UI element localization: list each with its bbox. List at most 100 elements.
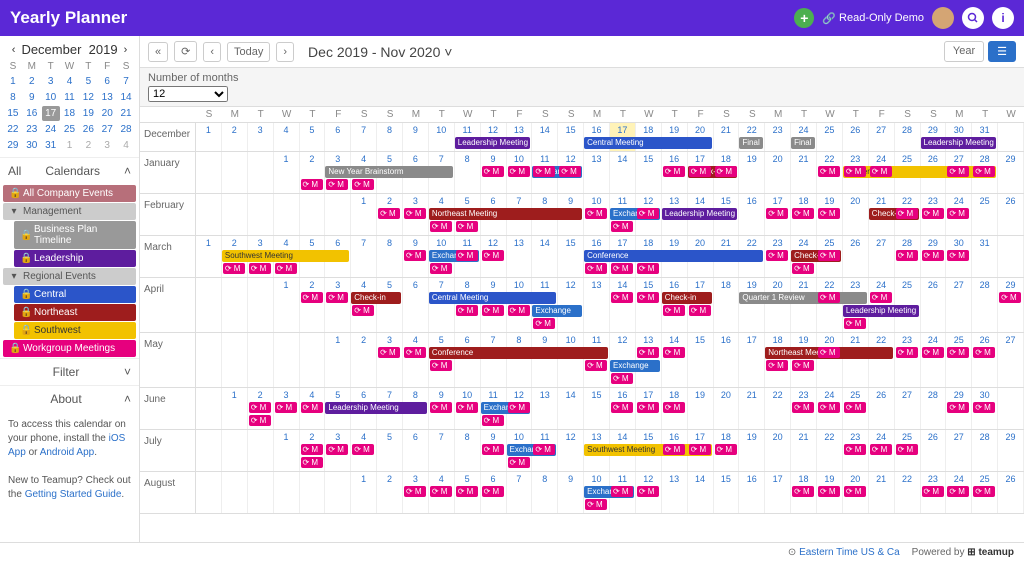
- mini-day[interactable]: 4: [61, 74, 79, 89]
- event-chip[interactable]: ⟳ M: [404, 486, 426, 497]
- event-bar[interactable]: Central Meeting: [584, 137, 711, 149]
- day-cell[interactable]: 10: [429, 123, 455, 151]
- today-button[interactable]: Today: [227, 42, 270, 62]
- day-cell[interactable]: 22: [895, 472, 921, 513]
- day-cell[interactable]: 20: [714, 388, 740, 429]
- reload-button[interactable]: ⟳: [174, 41, 197, 62]
- day-cell[interactable]: 27: [998, 333, 1024, 387]
- event-chip[interactable]: ⟳ M: [922, 347, 944, 358]
- day-cell[interactable]: 7: [351, 236, 377, 277]
- event-chip[interactable]: ⟳ M: [870, 292, 892, 303]
- user-avatar[interactable]: [932, 7, 954, 29]
- event-chip[interactable]: ⟳ M: [922, 208, 944, 219]
- event-bar[interactable]: Leadership Meeting: [843, 305, 919, 317]
- day-cell[interactable]: 6: [455, 333, 481, 387]
- day-cell[interactable]: 17: [765, 472, 791, 513]
- day-cell[interactable]: 15: [584, 388, 610, 429]
- event-chip[interactable]: ⟳ M: [326, 444, 348, 455]
- day-cell[interactable]: 26: [921, 278, 947, 332]
- mini-day[interactable]: 27: [98, 122, 116, 137]
- day-cell[interactable]: 8: [455, 152, 481, 193]
- mini-day[interactable]: 22: [4, 122, 22, 137]
- day-cell[interactable]: 26: [998, 194, 1024, 235]
- mini-day[interactable]: 31: [42, 138, 60, 153]
- day-cell[interactable]: [222, 194, 248, 235]
- mini-day[interactable]: 25: [61, 122, 79, 137]
- calendar-item[interactable]: 🔒Business Plan Timeline: [14, 221, 136, 249]
- day-cell[interactable]: 10: [558, 333, 584, 387]
- event-chip[interactable]: ⟳ M: [896, 250, 918, 261]
- day-cell[interactable]: [222, 278, 248, 332]
- event-chip[interactable]: ⟳ M: [663, 166, 685, 177]
- day-cell[interactable]: 21: [791, 278, 817, 332]
- day-cell[interactable]: 14: [610, 152, 636, 193]
- day-cell[interactable]: 9: [558, 472, 584, 513]
- event-chip[interactable]: ⟳ M: [301, 457, 323, 468]
- day-cell[interactable]: 3: [377, 333, 403, 387]
- day-cell[interactable]: [274, 333, 300, 387]
- mini-day[interactable]: 4: [117, 138, 135, 153]
- day-cell[interactable]: [248, 278, 274, 332]
- mini-day[interactable]: 23: [23, 122, 41, 137]
- day-cell[interactable]: 20: [765, 278, 791, 332]
- day-cell[interactable]: [196, 194, 222, 235]
- day-cell[interactable]: 2: [377, 472, 403, 513]
- day-cell[interactable]: 14: [532, 236, 558, 277]
- day-cell[interactable]: 16: [714, 333, 740, 387]
- mini-day[interactable]: 14: [117, 90, 135, 105]
- day-cell[interactable]: 21: [843, 333, 869, 387]
- event-chip[interactable]: ⟳ M: [663, 347, 685, 358]
- event-bar[interactable]: New Year Brainstorm: [325, 166, 452, 178]
- day-cell[interactable]: [325, 472, 351, 513]
- mini-day[interactable]: 5: [79, 74, 97, 89]
- event-chip[interactable]: ⟳ M: [715, 166, 737, 177]
- day-cell[interactable]: 6: [403, 278, 429, 332]
- day-cell[interactable]: 9: [532, 333, 558, 387]
- year-view-button[interactable]: Year: [944, 41, 984, 62]
- day-cell[interactable]: 22: [817, 278, 843, 332]
- event-chip[interactable]: ⟳ M: [999, 292, 1021, 303]
- mini-day[interactable]: 1: [4, 74, 22, 89]
- event-chip[interactable]: ⟳ M: [456, 402, 478, 413]
- prev-button[interactable]: ‹: [203, 42, 221, 62]
- day-cell[interactable]: 7: [351, 123, 377, 151]
- event-chip[interactable]: ⟳ M: [870, 166, 892, 177]
- event-chip[interactable]: ⟳ M: [378, 208, 400, 219]
- mini-day[interactable]: 8: [4, 90, 22, 105]
- event-chip[interactable]: ⟳ M: [818, 292, 840, 303]
- event-chip[interactable]: ⟳ M: [766, 208, 788, 219]
- day-cell[interactable]: 9: [403, 123, 429, 151]
- event-chip[interactable]: ⟳ M: [482, 305, 504, 316]
- mini-day[interactable]: 2: [79, 138, 97, 153]
- event-chip[interactable]: ⟳ M: [922, 486, 944, 497]
- mini-prev-icon[interactable]: ‹: [12, 44, 16, 56]
- day-cell[interactable]: 23: [895, 333, 921, 387]
- day-cell[interactable]: 21: [791, 152, 817, 193]
- first-button[interactable]: «: [148, 42, 168, 62]
- calendar-item[interactable]: 🔒Northeast: [14, 304, 136, 321]
- event-chip[interactable]: ⟳ M: [637, 292, 659, 303]
- event-chip[interactable]: ⟳ M: [818, 208, 840, 219]
- event-chip[interactable]: ⟳ M: [533, 444, 555, 455]
- search-button[interactable]: [962, 7, 984, 29]
- event-chip[interactable]: ⟳ M: [896, 208, 918, 219]
- event-chip[interactable]: ⟳ M: [404, 347, 426, 358]
- event-chip[interactable]: ⟳ M: [611, 263, 633, 274]
- day-cell[interactable]: 4: [403, 333, 429, 387]
- event-chip[interactable]: ⟳ M: [689, 166, 711, 177]
- event-bar[interactable]: Check-in: [351, 292, 401, 304]
- event-chip[interactable]: ⟳ M: [766, 360, 788, 371]
- day-cell[interactable]: 26: [843, 236, 869, 277]
- day-cell[interactable]: 20: [817, 333, 843, 387]
- event-chip[interactable]: ⟳ M: [818, 166, 840, 177]
- event-chip[interactable]: ⟳ M: [766, 250, 788, 261]
- day-cell[interactable]: 15: [558, 123, 584, 151]
- event-chip[interactable]: ⟳ M: [844, 444, 866, 455]
- mini-day[interactable]: 6: [98, 74, 116, 89]
- event-chip[interactable]: ⟳ M: [301, 444, 323, 455]
- day-cell[interactable]: [248, 472, 274, 513]
- event-chip[interactable]: ⟳ M: [947, 402, 969, 413]
- event-chip[interactable]: ⟳ M: [973, 486, 995, 497]
- event-chip[interactable]: ⟳ M: [947, 250, 969, 261]
- event-chip[interactable]: ⟳ M: [611, 221, 633, 232]
